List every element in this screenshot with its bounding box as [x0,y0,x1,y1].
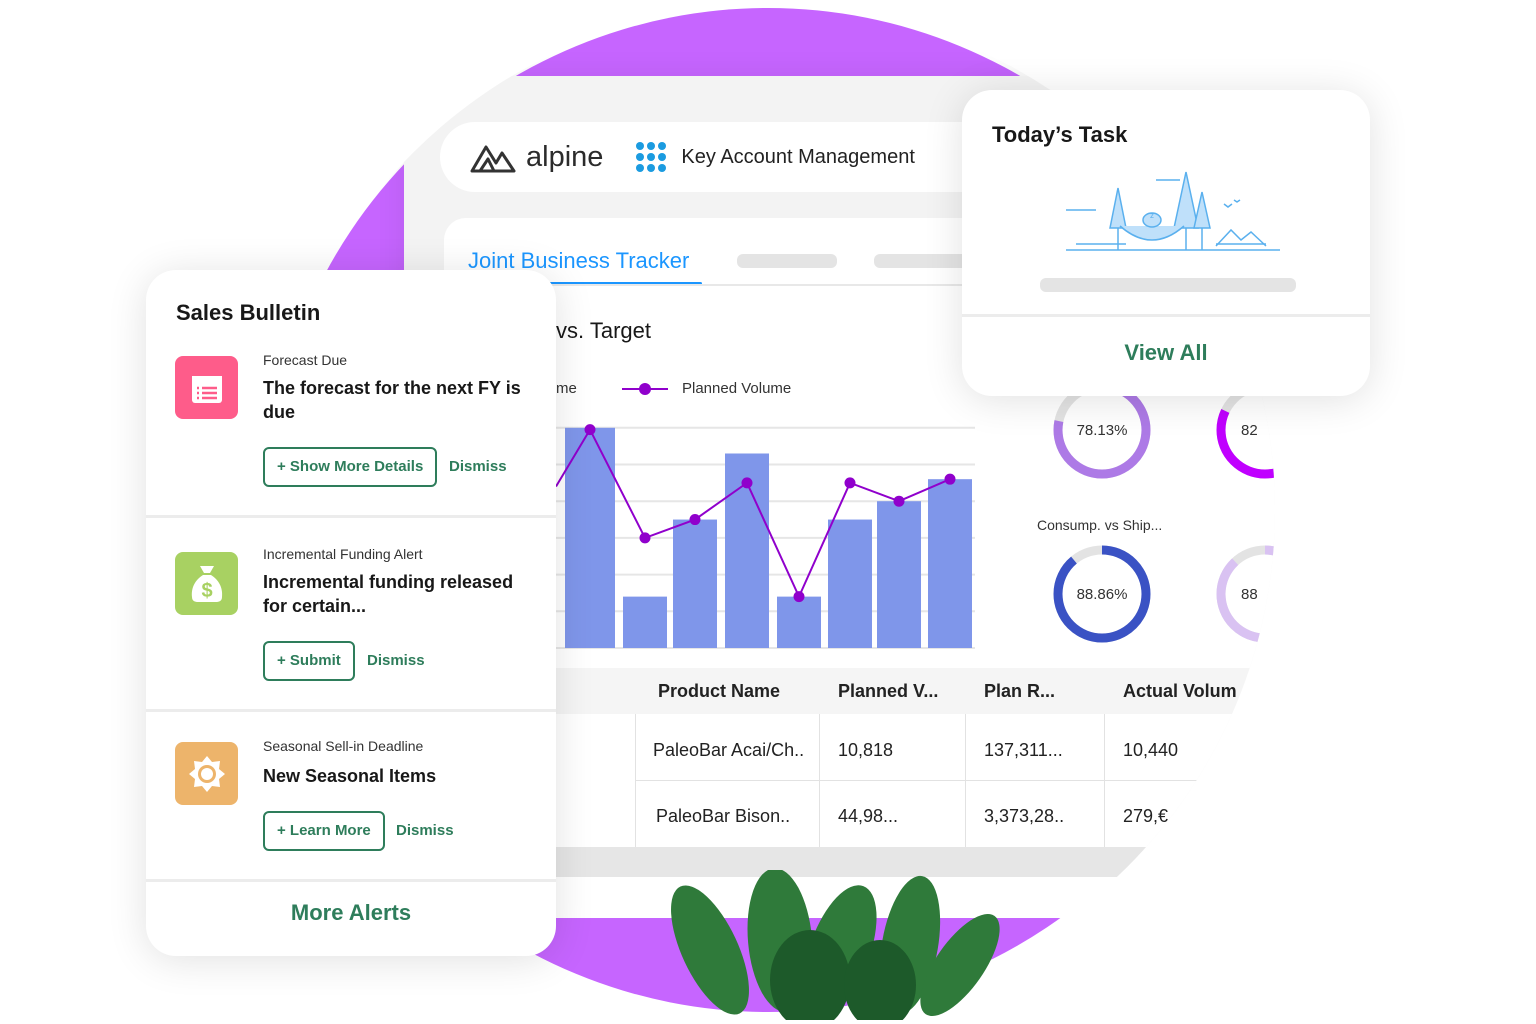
view-all-link[interactable]: View All [962,340,1370,366]
sun-icon [175,742,238,805]
learn-more-button[interactable]: + Learn More [263,811,385,851]
alert-kind: Seasonal Sell-in Deadline [263,738,424,754]
planned-volume-point [584,424,596,436]
hammock-illustration: z [1066,171,1280,251]
table-cell: 10,440 [1123,740,1179,760]
column-header[interactable]: Actual Volum [1123,668,1237,714]
divider [146,879,556,882]
app-header: alpine Key Account Management [440,122,1000,192]
dismiss-button[interactable]: Dismiss [396,811,454,851]
chart-bar [828,519,872,648]
chart-bar [777,596,821,648]
task-title: Today’s Task [992,122,1128,147]
donut-progress [1216,545,1275,643]
alert-kind: Forecast Due [263,352,348,368]
brand-name: alpine [526,140,604,173]
show-more-details-button[interactable]: + Show More Details [263,447,438,487]
alert-text: The forecast for the next FY is due [263,378,521,422]
table-cell: 44,98... [838,806,899,826]
dismiss-button[interactable]: Dismiss [449,447,507,487]
column-header[interactable]: Planned V... [838,668,938,714]
chart-bar [928,479,972,648]
planned-volume-point [741,477,753,489]
column-header[interactable]: Product Name [658,668,780,714]
divider [146,515,556,518]
app-launcher-grid-icon[interactable] [635,141,667,173]
alert-kind: Incremental Funding Alert [263,546,423,562]
donut-value: 88.86% [1077,586,1128,603]
chart-bar [673,519,717,648]
mountain-logo-icon [470,145,516,173]
planned-volume-point [793,591,805,603]
calendar-list-icon [175,356,238,419]
donut-value: 82 [1241,422,1258,439]
dismiss-button[interactable]: Dismiss [367,641,425,681]
donut-value: 88 [1241,586,1258,603]
bulletin-title: Sales Bulletin [176,300,321,325]
table-cell: 3,373,28.. [984,806,1065,826]
donut-value: 78.13% [1077,422,1128,439]
task-placeholder [1040,278,1296,292]
alert-text: New Seasonal Items [263,766,437,786]
plant-illustration [671,870,1000,1020]
chart-bar [877,501,921,648]
divider [146,709,556,712]
svg-text:$: $ [201,580,212,602]
table-cell: 137,311... [984,740,1063,760]
planned-volume-point [944,473,956,485]
table-cell: 10,818 [838,740,894,760]
money-bag-icon: $ [175,552,238,615]
submit-button[interactable]: + Submit [263,641,355,681]
column-header[interactable]: Plan R... [984,668,1055,714]
donut-caption: Consump. vs Ship... [1037,517,1163,533]
divider [962,314,1370,317]
chart-bar [623,596,667,648]
table-cell: PaleoBar Acai/Ch.. [653,740,805,760]
app-name: Key Account Management [681,145,915,168]
sales-bulletin-card: Sales Bulletin Forecast Due The forecast… [146,270,556,956]
planned-volume-point [689,514,701,526]
more-alerts-link[interactable]: More Alerts [146,900,556,926]
planned-volume-point [639,532,651,544]
table-cell: PaleoBar Bison.. [656,806,791,826]
svg-text:z: z [1150,211,1154,220]
planned-volume-point [844,477,856,489]
table-cell: 279,€ [1123,806,1169,826]
alert-text: Incremental funding released for certain… [263,572,514,616]
todays-task-card: Today’s Task z View All [962,90,1370,396]
planned-volume-point [893,495,905,507]
